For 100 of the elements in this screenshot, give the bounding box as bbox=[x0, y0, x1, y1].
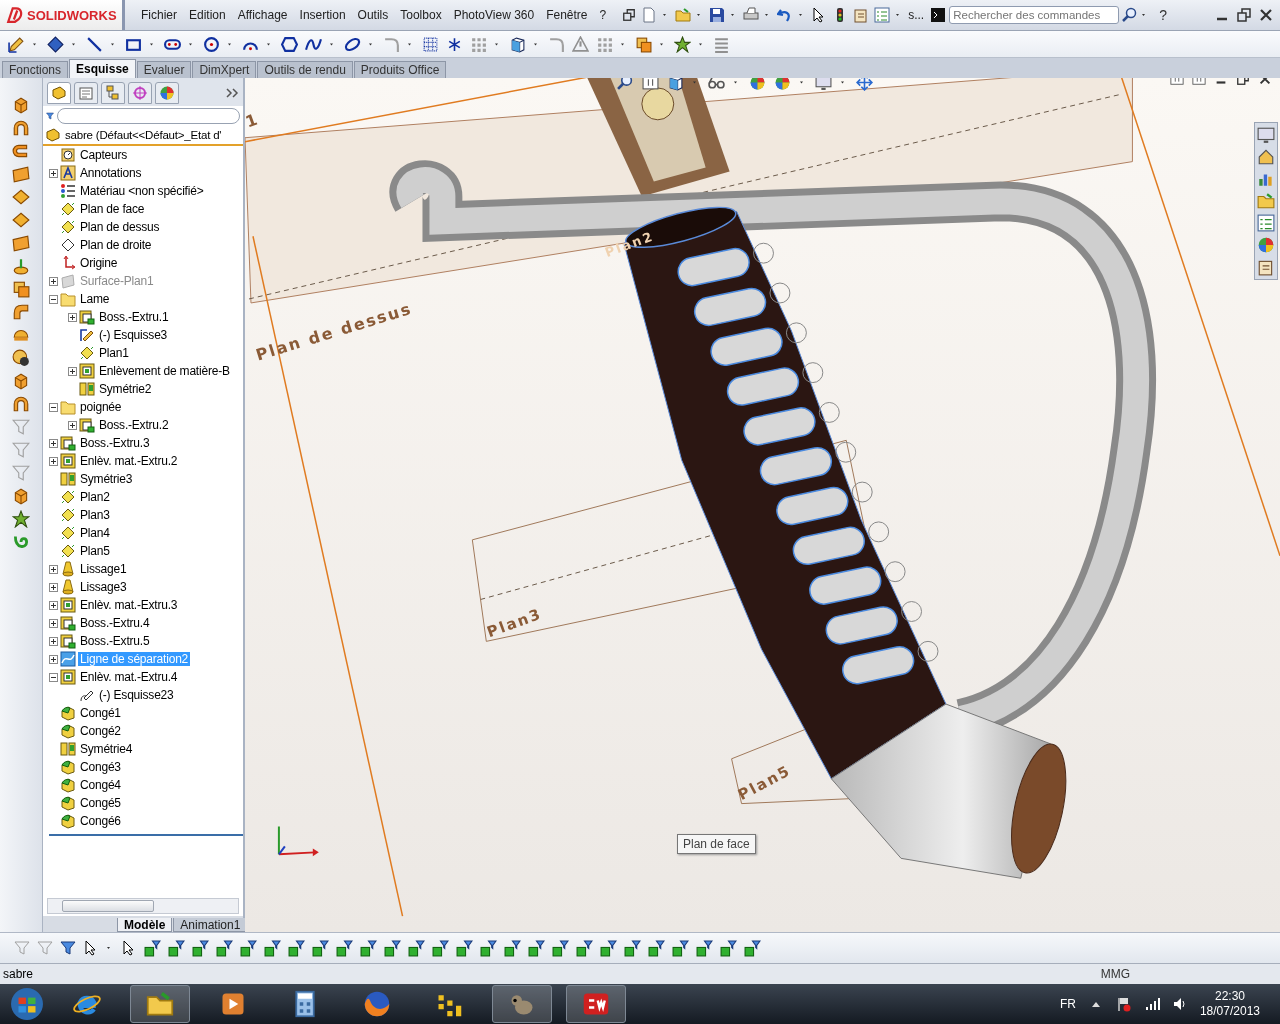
tree-item[interactable]: Symétrie3 bbox=[78, 472, 135, 486]
expand-toggle[interactable] bbox=[49, 402, 58, 412]
expand-toggle[interactable] bbox=[49, 564, 58, 574]
start-button[interactable] bbox=[10, 987, 44, 1021]
tree-item[interactable]: Annotations bbox=[78, 166, 144, 180]
filter-icon[interactable] bbox=[240, 939, 257, 957]
filter-icon[interactable] bbox=[408, 939, 425, 957]
filter-icon[interactable] bbox=[168, 939, 185, 957]
filter-icon[interactable] bbox=[648, 939, 665, 957]
tree-item[interactable]: (-) Esquisse3 bbox=[97, 328, 170, 342]
tree-item[interactable]: Boss.-Extru.1 bbox=[97, 310, 171, 324]
search-field[interactable]: Rechercher des commandes bbox=[949, 6, 1120, 24]
zoom-icon[interactable] bbox=[617, 78, 634, 91]
signal-icon[interactable] bbox=[1143, 996, 1160, 1012]
folder-icon[interactable] bbox=[675, 7, 692, 23]
menu-item[interactable]: Fenêtre bbox=[540, 8, 594, 22]
command-tab[interactable]: Esquisse bbox=[69, 59, 136, 78]
move-arrows-icon[interactable] bbox=[856, 78, 873, 91]
feature-tree-tab[interactable] bbox=[47, 82, 71, 104]
slab-icon[interactable] bbox=[12, 165, 30, 183]
help-button[interactable]: ? bbox=[1157, 7, 1169, 23]
cylinder-icon[interactable] bbox=[12, 257, 30, 275]
tree-item[interactable]: Boss.-Extru.5 bbox=[78, 634, 152, 648]
filter-icon[interactable] bbox=[672, 939, 689, 957]
filter-icon[interactable] bbox=[720, 939, 737, 957]
expand-toggle[interactable] bbox=[49, 438, 58, 448]
tree-item[interactable]: Congé2 bbox=[78, 724, 123, 738]
slab-icon[interactable] bbox=[12, 234, 30, 252]
property-tab[interactable] bbox=[74, 82, 98, 104]
asterisk-icon[interactable] bbox=[446, 35, 463, 53]
tree-item[interactable]: Enlèv. mat.-Extru.3 bbox=[78, 598, 180, 612]
star-icon[interactable] bbox=[674, 35, 691, 53]
arch-icon[interactable] bbox=[12, 119, 30, 137]
language-indicator[interactable]: FR bbox=[1059, 997, 1076, 1011]
star-icon[interactable] bbox=[12, 510, 30, 528]
tree-item[interactable]: Boss.-Extru.3 bbox=[78, 436, 152, 450]
pencil-icon[interactable] bbox=[8, 35, 25, 53]
tree-item[interactable]: Plan3 bbox=[78, 508, 112, 522]
expand-toggle[interactable] bbox=[68, 420, 77, 430]
filter-icon[interactable] bbox=[480, 939, 497, 957]
expand-toggle[interactable] bbox=[49, 654, 58, 664]
folder-icon[interactable] bbox=[1257, 192, 1275, 210]
expand-toggle[interactable] bbox=[49, 636, 58, 646]
filter-icon[interactable] bbox=[576, 939, 593, 957]
tree-item[interactable]: Lame bbox=[78, 292, 112, 306]
tree-item[interactable]: Boss.-Extru.2 bbox=[97, 418, 171, 432]
expand-toggle[interactable] bbox=[49, 618, 58, 628]
printer-icon[interactable] bbox=[743, 7, 760, 23]
house-icon[interactable] bbox=[1257, 148, 1275, 166]
dotted-grid-icon[interactable] bbox=[422, 35, 439, 53]
filter-icon[interactable] bbox=[288, 939, 305, 957]
command-tab[interactable]: DimXpert bbox=[192, 61, 257, 78]
expand-toggle[interactable] bbox=[68, 312, 77, 322]
filter-icon[interactable] bbox=[528, 939, 545, 957]
restore-icon[interactable] bbox=[1236, 7, 1252, 23]
menu-item[interactable]: Affichage bbox=[231, 8, 294, 22]
flag-icon[interactable] bbox=[1115, 996, 1132, 1012]
clock-date[interactable]: 18/07/2013 bbox=[1199, 1004, 1260, 1019]
pipe-icon[interactable] bbox=[12, 303, 30, 321]
tree-item[interactable]: Congé6 bbox=[78, 814, 123, 828]
save-icon[interactable] bbox=[709, 7, 726, 23]
section-view-icon[interactable] bbox=[642, 78, 659, 91]
checklist-icon[interactable] bbox=[874, 7, 891, 23]
expand-toggle[interactable] bbox=[49, 168, 58, 178]
taskbar-app[interactable] bbox=[566, 985, 626, 1023]
toolbar-overflow-label[interactable]: s... bbox=[908, 8, 925, 22]
tree-item[interactable]: Enlèv. mat.-Extru.2 bbox=[78, 454, 180, 468]
tree-item[interactable]: Plan de dessus bbox=[78, 220, 162, 234]
filter-icon[interactable] bbox=[144, 939, 161, 957]
horizontal-scrollbar[interactable] bbox=[47, 898, 239, 914]
tree-item[interactable]: Enlèvement de matière-B bbox=[97, 364, 232, 378]
sphere-icon[interactable] bbox=[12, 349, 30, 367]
overlapping-squares-icon[interactable] bbox=[12, 280, 30, 298]
monitor-icon[interactable] bbox=[1257, 126, 1275, 144]
scrollbar-thumb[interactable] bbox=[62, 900, 154, 912]
tree-item[interactable]: Lissage3 bbox=[78, 580, 129, 594]
appearance-tab[interactable] bbox=[155, 82, 179, 104]
diamond-icon[interactable] bbox=[47, 35, 64, 53]
model-tab[interactable]: Modèle bbox=[117, 918, 173, 932]
tree-item[interactable]: Plan2 bbox=[78, 490, 112, 504]
cube-icon[interactable] bbox=[509, 35, 526, 53]
tree-item[interactable]: Lissage1 bbox=[78, 562, 129, 576]
menu-item[interactable]: ? bbox=[593, 8, 613, 22]
monitor-icon[interactable] bbox=[815, 78, 832, 91]
taskbar-app[interactable] bbox=[130, 985, 190, 1023]
clipboard-icon[interactable] bbox=[1257, 258, 1275, 276]
filter-icon[interactable] bbox=[432, 939, 449, 957]
cube-icon[interactable] bbox=[667, 78, 684, 91]
filter-icon[interactable] bbox=[264, 939, 281, 957]
tree-item[interactable]: (-) Esquisse23 bbox=[97, 688, 176, 702]
cube-icon[interactable] bbox=[12, 96, 30, 114]
glasses-icon[interactable] bbox=[708, 78, 725, 91]
tree-item[interactable]: Plan1 bbox=[97, 346, 131, 360]
command-tab[interactable]: Outils de rendu bbox=[257, 61, 353, 78]
filter-icon[interactable] bbox=[456, 939, 473, 957]
filter-icon[interactable] bbox=[336, 939, 353, 957]
filter-icon[interactable] bbox=[624, 939, 641, 957]
command-tab[interactable]: Fonctions bbox=[2, 61, 69, 78]
tree-item[interactable]: poignée bbox=[78, 400, 124, 414]
menu-item[interactable]: PhotoView 360 bbox=[447, 8, 541, 22]
